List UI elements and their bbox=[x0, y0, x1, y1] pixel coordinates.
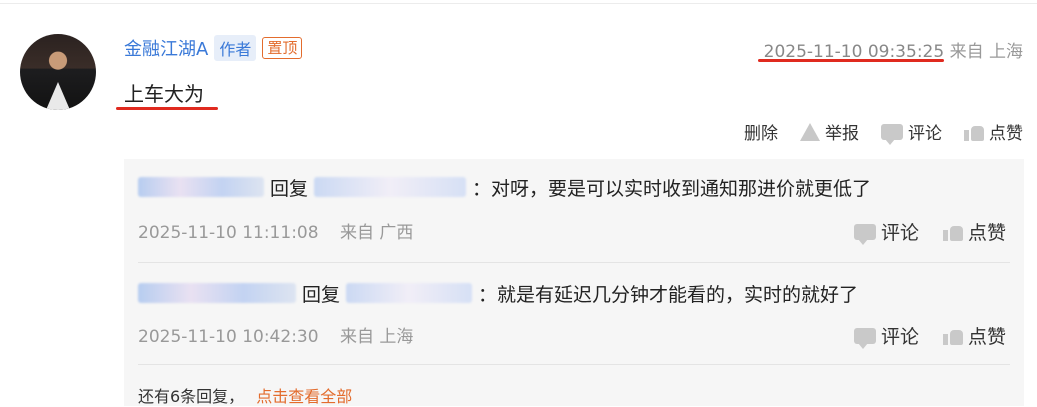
reply-user-blurred[interactable] bbox=[138, 177, 264, 197]
reply-word: 回复 bbox=[302, 283, 341, 306]
thumbs-up-icon bbox=[964, 123, 984, 141]
pinned-badge: 置顶 bbox=[262, 37, 303, 59]
delete-label: 删除 bbox=[744, 124, 778, 144]
reply-box: 回复 ：对呀，要是可以实时收到通知那进价就更低了 2025-11-10 11:1… bbox=[124, 159, 1024, 406]
comment-content: 上车大为 bbox=[124, 82, 204, 106]
reply-word: 回复 bbox=[270, 177, 309, 200]
warning-icon bbox=[800, 122, 820, 141]
reply-item: 回复 ：就是有延迟几分钟才能看的，实时的就好了 2025-11-10 10:42… bbox=[138, 279, 1010, 349]
comment-location: 来自 上海 bbox=[949, 42, 1023, 62]
reply-line: 回复 ：就是有延迟几分钟才能看的，实时的就好了 bbox=[138, 279, 1010, 307]
reply-user-blurred[interactable] bbox=[138, 283, 296, 303]
report-label: 举报 bbox=[825, 124, 859, 144]
reply-actions: 评论 点赞 bbox=[853, 322, 1006, 349]
thumbs-up-icon bbox=[942, 327, 963, 345]
comment-icon bbox=[881, 123, 903, 145]
reply-target-blurred[interactable] bbox=[314, 177, 467, 197]
reply-item: 回复 ：对呀，要是可以实时收到通知那进价就更低了 2025-11-10 11:1… bbox=[138, 173, 1010, 245]
report-button[interactable]: 举报 bbox=[800, 119, 859, 144]
reply-like-button[interactable]: 点赞 bbox=[942, 218, 1006, 245]
delete-button[interactable]: 删除 bbox=[744, 119, 778, 144]
comment-button[interactable]: 评论 bbox=[881, 119, 942, 145]
comment-header: 金融江湖A 作者 置顶 bbox=[124, 35, 303, 61]
reply-location: 来自 广西 bbox=[339, 223, 414, 243]
comment-actions: 删除 举报 评论 点赞 bbox=[744, 119, 1023, 145]
reply-text: ：就是有延迟几分钟才能看的，实时的就好了 bbox=[478, 283, 859, 306]
reply-divider bbox=[138, 262, 1010, 263]
like-label: 点赞 bbox=[989, 124, 1023, 144]
reply-time: 2025-11-10 11:11:08 bbox=[138, 223, 319, 243]
time-red-underline bbox=[758, 59, 944, 62]
reply-comment-label: 评论 bbox=[880, 326, 919, 348]
reply-time: 2025-11-10 10:42:30 bbox=[138, 327, 319, 347]
like-button[interactable]: 点赞 bbox=[964, 119, 1023, 144]
more-replies-text: 还有6条回复， bbox=[138, 387, 245, 406]
avatar-shirt bbox=[46, 82, 70, 110]
reply-actions: 评论 点赞 bbox=[853, 218, 1006, 245]
thumbs-up-icon bbox=[942, 223, 963, 241]
comment-icon bbox=[853, 223, 876, 245]
reply-meta: 2025-11-10 10:42:30 来自 上海 bbox=[138, 322, 413, 347]
reply-target-blurred[interactable] bbox=[346, 283, 473, 303]
more-replies: 还有6条回复， 点击查看全部 bbox=[138, 383, 352, 407]
top-divider bbox=[0, 3, 1037, 4]
reply-like-label: 点赞 bbox=[967, 326, 1006, 348]
reply-line: 回复 ：对呀，要是可以实时收到通知那进价就更低了 bbox=[138, 173, 1010, 201]
content-red-underline bbox=[116, 107, 218, 110]
reply-like-button[interactable]: 点赞 bbox=[942, 322, 1006, 349]
author-badge: 作者 bbox=[214, 35, 257, 61]
view-all-replies-link[interactable]: 点击查看全部 bbox=[256, 387, 352, 406]
reply-meta: 2025-11-10 11:11:08 来自 广西 bbox=[138, 218, 413, 243]
reply-location: 来自 上海 bbox=[339, 327, 414, 347]
reply-like-label: 点赞 bbox=[967, 222, 1006, 244]
reply-comment-button[interactable]: 评论 bbox=[853, 322, 919, 349]
author-name[interactable]: 金融江湖A bbox=[124, 35, 208, 61]
comment-label: 评论 bbox=[908, 124, 942, 144]
reply-comment-label: 评论 bbox=[880, 222, 919, 244]
reply-text: ：对呀，要是可以实时收到通知那进价就更低了 bbox=[472, 177, 872, 200]
avatar[interactable] bbox=[20, 34, 96, 110]
reply-comment-button[interactable]: 评论 bbox=[853, 218, 919, 245]
reply-divider bbox=[138, 364, 1010, 365]
comment-icon bbox=[853, 327, 876, 349]
